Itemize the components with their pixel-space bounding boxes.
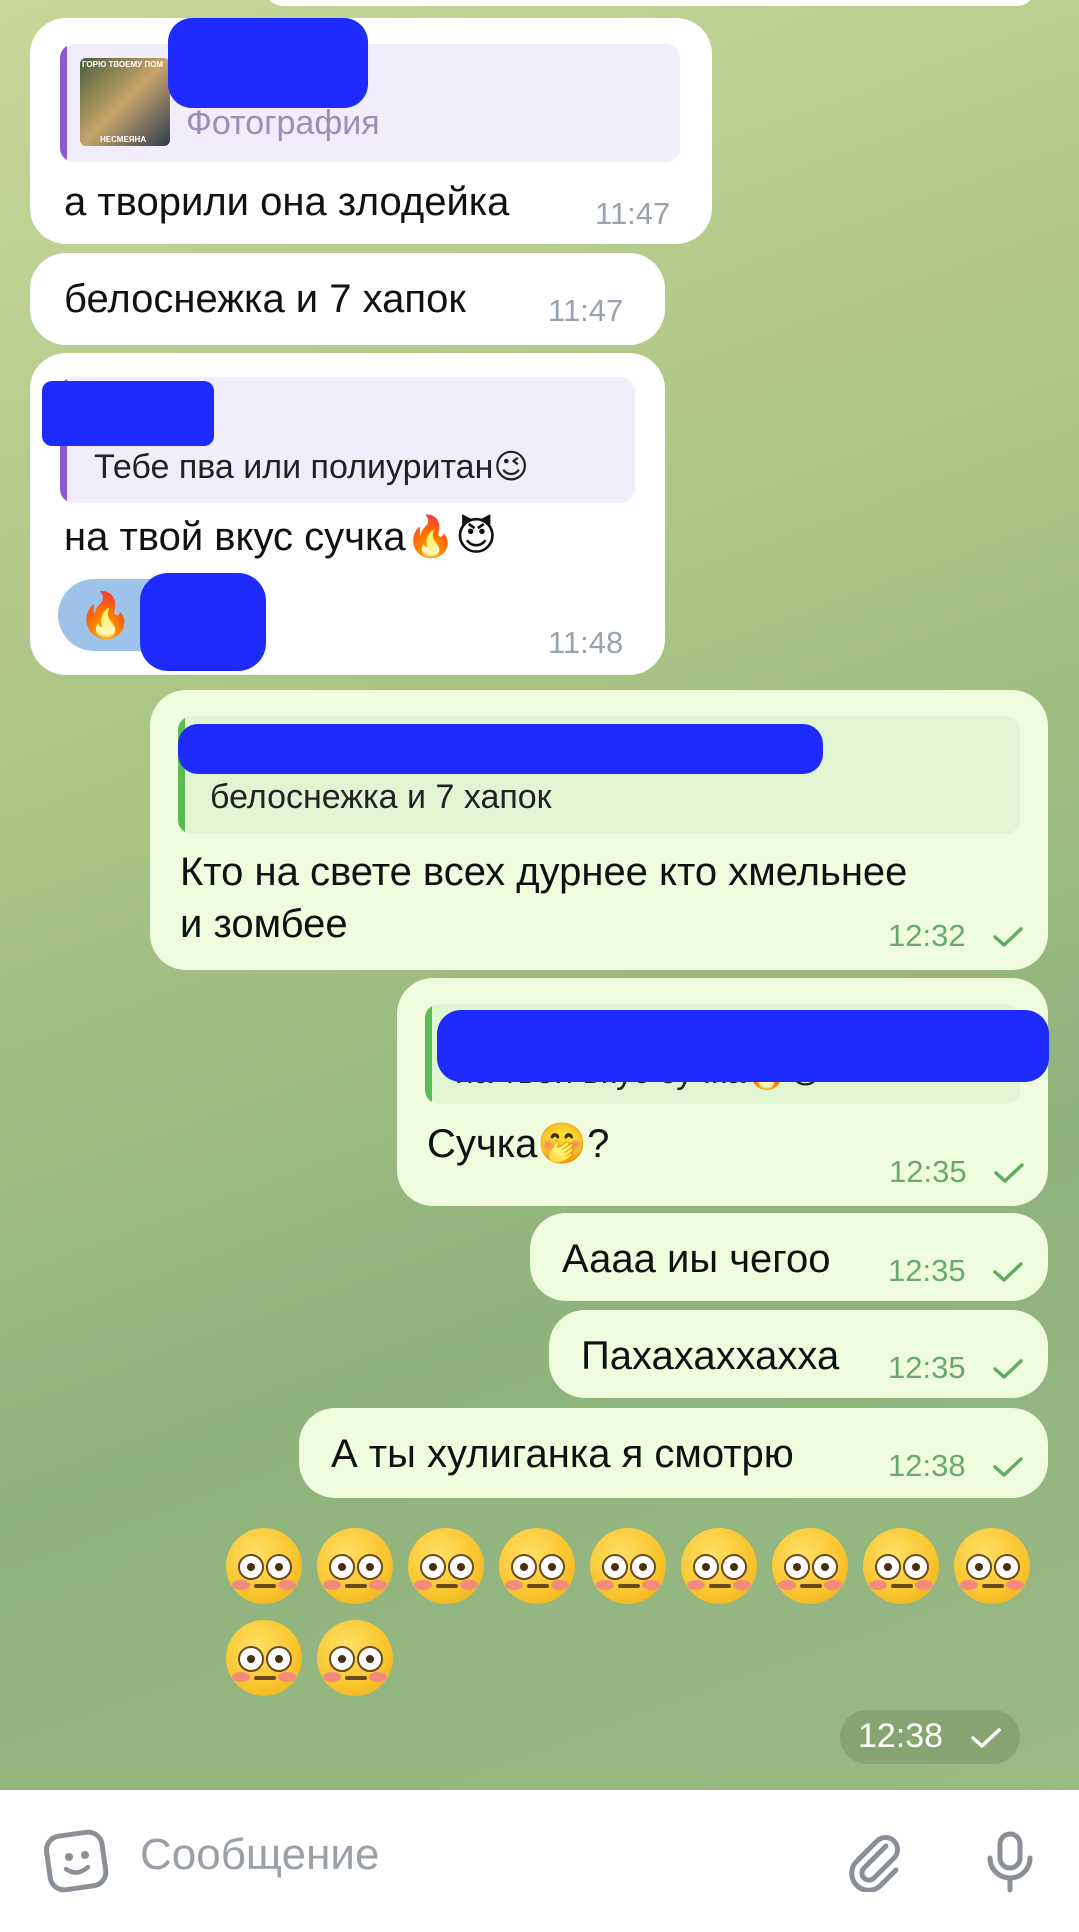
flushed-face-emoji bbox=[590, 1528, 666, 1604]
flushed-face-emoji bbox=[226, 1620, 302, 1696]
flushed-face-emoji bbox=[499, 1528, 575, 1604]
message-bubble-outgoing[interactable]: А ты хулиганка я смотрю 12:38 bbox=[299, 1408, 1048, 1498]
message-bubble-incoming[interactable]: белоснежка и 7 хапок 11:47 bbox=[30, 253, 665, 345]
attach-paperclip-icon[interactable] bbox=[842, 1828, 906, 1892]
reaction-emoji: 🔥 bbox=[78, 591, 133, 640]
sent-check-icon bbox=[993, 1457, 1023, 1477]
emoji-message-time-chip: 12:38 bbox=[840, 1710, 1020, 1764]
message-time: 11:47 bbox=[595, 196, 671, 231]
emoji-only-message[interactable] bbox=[226, 1528, 1046, 1698]
flushed-face-emoji bbox=[317, 1528, 393, 1604]
redacted-sender-name bbox=[437, 1010, 1049, 1082]
photo-caption-top: ГОРЮ ТВОЕМУ ПОМ bbox=[82, 60, 163, 69]
flushed-face-emoji bbox=[863, 1528, 939, 1604]
message-bubble-outgoing[interactable]: белоснежка и 7 хапок Кто на свете всех д… bbox=[150, 690, 1048, 970]
message-text: Пахахаххахха bbox=[581, 1334, 840, 1378]
message-text: на твой вкус сучка🔥😈 bbox=[64, 515, 498, 559]
message-bubble-incoming[interactable]: ГОРЮ ТВОЕМУ ПОМ НЕСМЕЯНА Фотография а тв… bbox=[30, 18, 712, 244]
message-text-line2: и зомбее bbox=[180, 902, 348, 946]
sent-check-icon bbox=[993, 1262, 1023, 1282]
message-time: 12:35 bbox=[888, 1253, 966, 1288]
flushed-face-emoji bbox=[681, 1528, 757, 1604]
chat-area[interactable]: ГОРЮ ТВОЕМУ ПОМ НЕСМЕЯНА Фотография а тв… bbox=[0, 0, 1079, 1790]
message-time: 12:35 bbox=[889, 1154, 967, 1189]
sent-check-icon bbox=[993, 1359, 1023, 1379]
flushed-face-emoji bbox=[954, 1528, 1030, 1604]
photo-caption-bottom: НЕСМЕЯНА bbox=[100, 135, 147, 144]
sent-check-icon bbox=[971, 1728, 1001, 1748]
flushed-face-emoji bbox=[317, 1620, 393, 1696]
sticker-emoji-icon[interactable] bbox=[40, 1824, 112, 1896]
message-time: 12:38 bbox=[888, 1448, 966, 1483]
redacted-reactor-avatar bbox=[140, 573, 266, 671]
flushed-face-emoji bbox=[408, 1528, 484, 1604]
message-bubble-incoming[interactable]: Тебе пва или полиуритан😉 на твой вкус су… bbox=[30, 353, 665, 675]
message-text: Аааа иы чегоо bbox=[562, 1237, 831, 1281]
message-time: 12:32 bbox=[888, 918, 966, 953]
message-text: а творили она злодейка bbox=[64, 180, 510, 224]
reply-bar bbox=[60, 44, 67, 162]
reply-text: белоснежка и 7 хапок bbox=[210, 778, 552, 816]
sent-check-icon bbox=[994, 1163, 1024, 1183]
message-input[interactable]: Сообщение bbox=[130, 1810, 810, 1910]
flushed-face-emoji bbox=[226, 1528, 302, 1604]
redacted-sender-name bbox=[178, 724, 823, 774]
message-text: А ты хулиганка я смотрю bbox=[331, 1432, 794, 1476]
photo-thumbnail: ГОРЮ ТВОЕМУ ПОМ НЕСМЕЯНА bbox=[80, 58, 170, 146]
message-time: 11:48 bbox=[548, 625, 624, 660]
message-input-placeholder: Сообщение bbox=[140, 1830, 380, 1879]
partial-bubble-top bbox=[265, 0, 1035, 6]
redacted-sender-name bbox=[42, 381, 214, 446]
message-time: 12:35 bbox=[888, 1350, 966, 1385]
message-time: 12:38 bbox=[858, 1717, 944, 1755]
message-bubble-outgoing[interactable]: Аааа иы чегоо 12:35 bbox=[530, 1213, 1048, 1301]
reply-label: Фотография bbox=[186, 104, 380, 142]
message-composer: Сообщение bbox=[0, 1790, 1079, 1932]
message-bubble-outgoing[interactable]: Пахахаххахха 12:35 bbox=[549, 1310, 1048, 1398]
message-bubble-outgoing[interactable]: на твой вкус сучка🔥😈 Сучка🤭? 12:35 bbox=[397, 978, 1049, 1206]
reply-bar bbox=[425, 1004, 432, 1104]
reply-text: Тебе пва или полиуритан😉 bbox=[94, 448, 529, 486]
message-text-line1: Кто на свете всех дурнее кто хмельнее bbox=[180, 850, 908, 894]
sent-check-icon bbox=[993, 927, 1023, 947]
flushed-face-emoji bbox=[772, 1528, 848, 1604]
microphone-icon[interactable] bbox=[978, 1826, 1042, 1894]
message-text: Сучка🤭? bbox=[427, 1122, 610, 1166]
reply-preview[interactable]: ГОРЮ ТВОЕМУ ПОМ НЕСМЕЯНА Фотография bbox=[60, 44, 680, 162]
message-time: 11:47 bbox=[548, 293, 624, 328]
message-text: белоснежка и 7 хапок bbox=[64, 277, 466, 321]
redacted-sender-name bbox=[168, 18, 368, 108]
